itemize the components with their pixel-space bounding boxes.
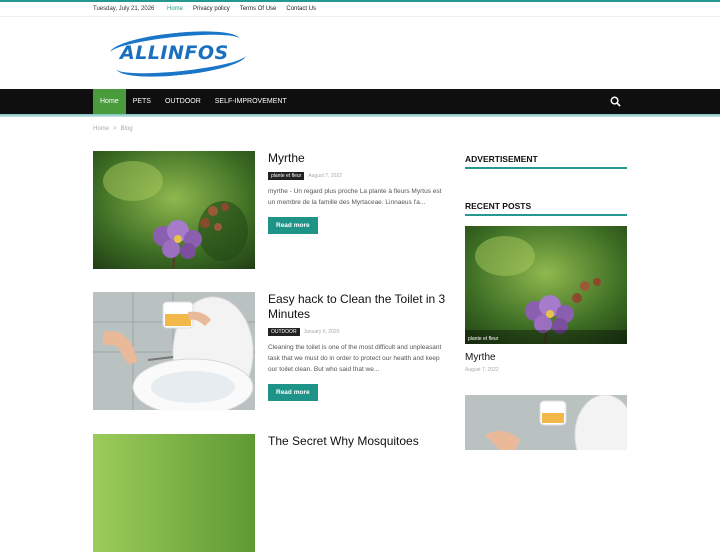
post-thumbnail-mosquito[interactable]: [93, 434, 255, 552]
nav-item-pets[interactable]: Pets: [126, 89, 158, 114]
post-date: August 7, 2022: [308, 173, 342, 179]
recent-post-date: August 7, 2022: [465, 367, 499, 373]
nav-underline: [0, 114, 720, 117]
recent-post-item: plante et fleur Myrthe August 7, 2022: [465, 226, 627, 373]
site-header: ALLINFOS: [0, 16, 720, 89]
recent-post-item: [465, 395, 627, 513]
top-links: Home Privacy policy Terms Of Use Contact…: [167, 6, 316, 12]
breadcrumb-separator: >: [113, 126, 117, 132]
read-more-button[interactable]: Read more: [268, 217, 318, 234]
post-thumbnail-flower[interactable]: [93, 151, 255, 269]
nav-item-self-improvement[interactable]: Self-improvement: [208, 89, 294, 114]
current-date: Tuesday, July 21, 2026: [93, 6, 155, 12]
category-badge[interactable]: OUTDOOR: [268, 328, 300, 336]
top-link-privacy[interactable]: Privacy policy: [193, 6, 230, 12]
post-title[interactable]: Myrthe: [268, 151, 446, 166]
main-nav: Home Pets Outdoor Self-improvement: [0, 89, 720, 114]
recent-post-thumbnail-flower[interactable]: plante et fleur: [465, 226, 627, 344]
sidebar-advertisement-heading: ADVERTISEMENT: [465, 154, 627, 169]
nav-item-outdoor[interactable]: Outdoor: [158, 89, 208, 114]
post-thumbnail-toilet[interactable]: [93, 292, 255, 410]
top-link-terms[interactable]: Terms Of Use: [240, 6, 277, 12]
search-icon[interactable]: [610, 96, 621, 107]
top-link-home[interactable]: Home: [167, 6, 183, 12]
category-badge[interactable]: plante et fleur: [268, 172, 305, 180]
top-link-contact[interactable]: Contact Us: [286, 6, 316, 12]
post-excerpt: myrthe - Un regard plus proche La plante…: [268, 188, 442, 206]
recent-post-title[interactable]: Myrthe: [465, 352, 627, 363]
read-more-button[interactable]: Read more: [268, 384, 318, 401]
post-excerpt: Cleaning the toilet is one of the most d…: [268, 344, 442, 373]
post-date: January 6, 2020: [303, 329, 340, 335]
breadcrumb-home[interactable]: Home: [93, 126, 109, 132]
nav-item-home[interactable]: Home: [93, 89, 126, 114]
post-title[interactable]: The Secret Why Mosquitoes: [268, 434, 446, 449]
recent-post-thumbnail-toilet[interactable]: [465, 395, 627, 513]
top-bar: Tuesday, July 21, 2026 Home Privacy poli…: [0, 2, 720, 16]
recent-post-category[interactable]: plante et fleur: [468, 336, 498, 342]
breadcrumb-current: Blog: [120, 126, 133, 132]
breadcrumb: Home > Blog: [93, 126, 133, 132]
site-logo[interactable]: ALLINFOS: [108, 26, 248, 82]
sidebar-recent-posts-heading: RECENT POSTS: [465, 201, 627, 216]
post-title[interactable]: Easy hack to Clean the Toilet in 3 Minut…: [268, 292, 446, 322]
logo-text: ALLINFOS: [120, 42, 229, 64]
